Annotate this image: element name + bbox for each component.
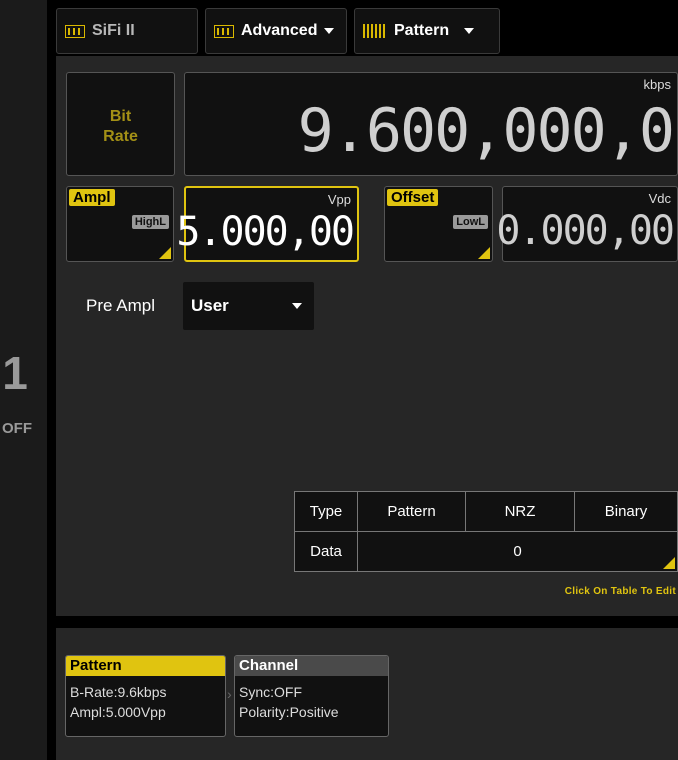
offset-value: 0.000,00	[496, 208, 675, 254]
channel-number: 1	[2, 347, 28, 399]
edit-corner-icon	[159, 247, 171, 259]
pattern-table[interactable]: Type Pattern NRZ Binary Data 0	[294, 491, 678, 572]
ampl-button[interactable]: Ampl HighL	[66, 186, 174, 262]
bit-rate-label-line2: Rate	[103, 128, 138, 145]
edit-corner-icon	[663, 557, 675, 569]
chevron-right-icon: ›	[227, 686, 232, 702]
card-line: B-Rate:9.6kbps	[70, 684, 167, 700]
channel-state: OFF	[2, 420, 32, 437]
ampl-unit: Vpp	[327, 192, 351, 207]
ampl-limit-badge: HighL	[131, 215, 169, 229]
pre-ampl-value: User	[191, 296, 229, 315]
bit-rate-field[interactable]: kbps 9.600,000,0	[184, 72, 678, 176]
table-cell: Binary	[574, 491, 678, 532]
offset-limit-badge: LowL	[453, 215, 488, 229]
pattern-summary-card[interactable]: Pattern B-Rate:9.6kbps Ampl:5.000Vpp	[65, 655, 226, 737]
data-value: 0	[513, 543, 522, 560]
table-cell: 0	[357, 531, 678, 572]
card-line: Polarity:Positive	[239, 704, 339, 720]
table-cell: Data	[294, 531, 358, 572]
ampl-field[interactable]: Vpp 5.000,00	[176, 186, 359, 262]
tab-sifi[interactable]: SiFi II	[56, 8, 198, 54]
table-cell: NRZ	[465, 491, 575, 532]
edit-corner-icon	[478, 247, 490, 259]
chevron-down-icon	[324, 28, 335, 34]
chevron-down-icon	[292, 303, 302, 309]
ampl-value: 5.000,00	[176, 209, 355, 255]
pre-ampl-dropdown[interactable]: User	[183, 282, 314, 330]
table-cell: Type	[294, 491, 358, 532]
sifi-icon	[65, 24, 85, 38]
tab-pattern[interactable]: Pattern	[354, 8, 500, 54]
bit-rate-label-button[interactable]: Bit Rate	[66, 72, 175, 176]
table-row: Data 0	[294, 531, 678, 572]
table-row: Type Pattern NRZ Binary	[294, 491, 678, 532]
offset-button[interactable]: Offset LowL	[384, 186, 493, 262]
table-edit-hint: Click On Table To Edit	[564, 586, 676, 597]
card-line: Sync:OFF	[239, 684, 303, 700]
tab-sifi-label: SiFi II	[92, 22, 135, 39]
card-line: Ampl:5.000Vpp	[70, 704, 166, 720]
tab-advanced-label: Advanced	[241, 22, 318, 39]
tab-pattern-label: Pattern	[394, 22, 450, 39]
bit-rate-label-line1: Bit	[109, 108, 132, 125]
tab-advanced[interactable]: Advanced	[205, 8, 347, 54]
card-title: Channel	[235, 656, 388, 676]
bit-rate-unit: kbps	[643, 77, 671, 92]
offset-field[interactable]: Vdc 0.000,00	[496, 186, 678, 262]
offset-unit: Vdc	[648, 191, 671, 206]
card-title: Pattern	[66, 656, 225, 676]
offset-label: Offset	[387, 189, 439, 206]
advanced-icon	[214, 24, 234, 38]
pattern-wave-icon	[363, 24, 387, 38]
ampl-label: Ampl	[69, 189, 115, 206]
table-cell: Pattern	[357, 491, 466, 532]
pre-ampl-label: Pre Ampl	[86, 296, 155, 315]
bit-rate-value: 9.600,000,0	[297, 96, 675, 166]
chevron-down-icon	[464, 28, 475, 34]
channel-summary-card[interactable]: Channel Sync:OFF Polarity:Positive	[234, 655, 389, 737]
